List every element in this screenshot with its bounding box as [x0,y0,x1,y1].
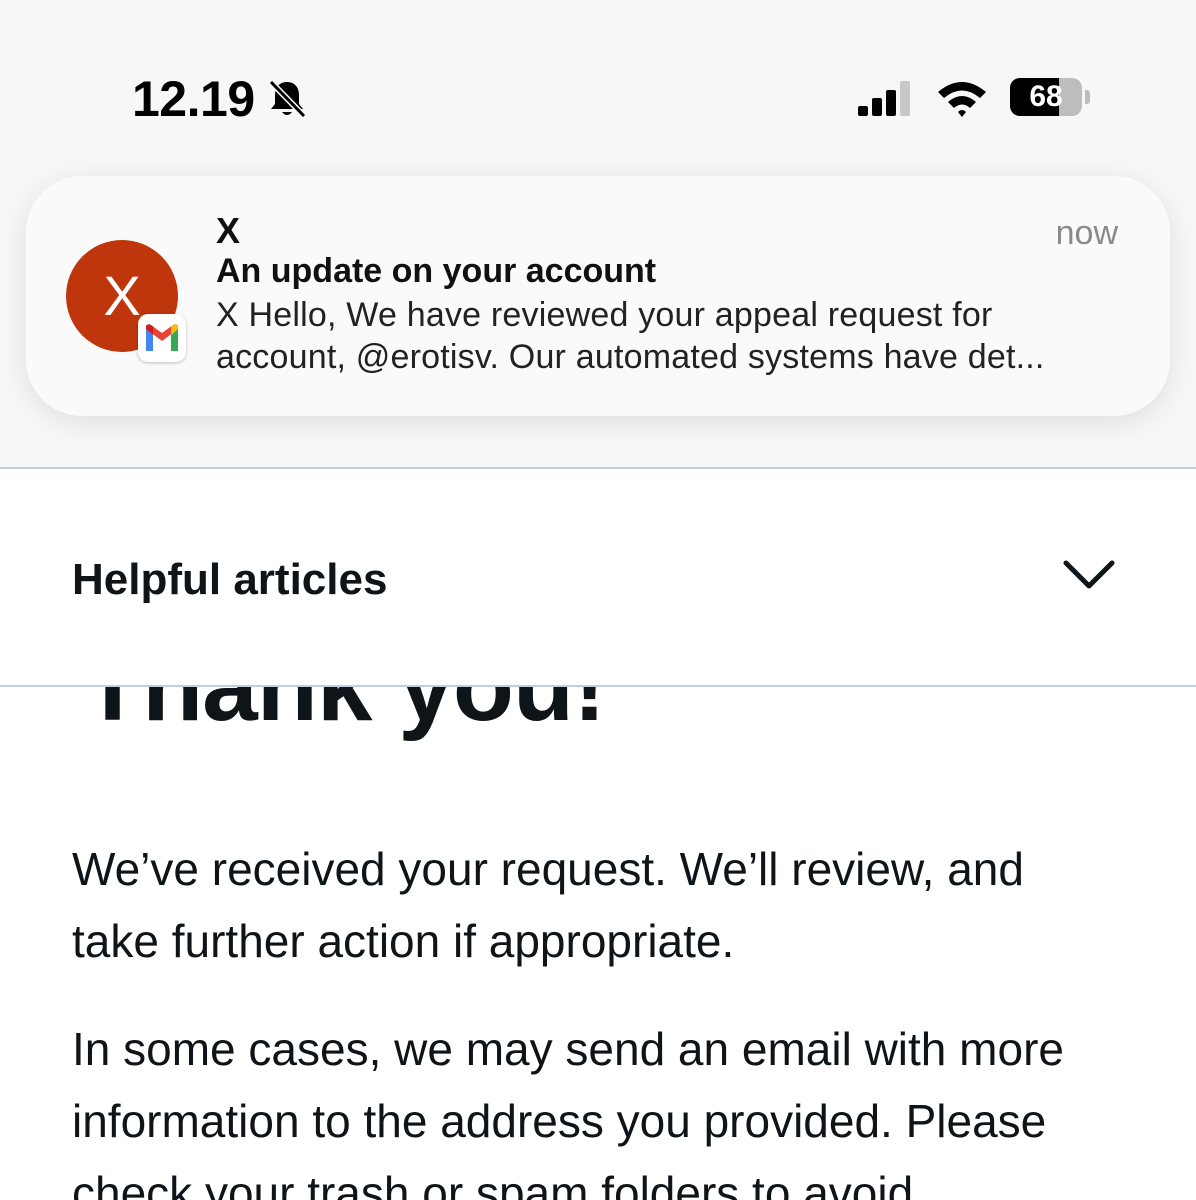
wifi-icon [938,82,986,117]
notification-body: X Hello, We have reviewed your appeal re… [216,294,1136,378]
paragraph-line: We’ve received your request. We’ll revie… [72,843,1024,895]
gmail-icon [138,314,186,362]
chevron-down-icon[interactable] [1062,557,1116,591]
gmail-notification-banner[interactable]: X X now An update on your account X Hell… [26,176,1170,416]
info-paragraph: In some cases, we may send an email with… [72,1013,1152,1200]
page-heading: Thank you! [82,687,606,744]
paragraph-line: take further action if appropriate. [72,915,735,967]
top-overlay: 12.19 68 X X now An update on your accou… [0,0,1196,468]
battery-nub [1085,90,1090,104]
paragraph-line: information to the address you provided.… [72,1095,1047,1147]
confirmation-paragraph: We’ve received your request. We’ll revie… [72,833,1152,977]
helpful-articles-title: Helpful articles [72,555,388,604]
status-time: 12.19 [132,71,255,127]
main-content: Thank you! We’ve received your request. … [0,687,1196,1200]
battery-icon: 68 [1010,78,1082,116]
notification-body-line: account, @erotisv. Our automated systems… [216,338,1045,376]
notification-sender: X [216,210,241,251]
signal-icon [858,81,910,116]
helpful-articles-accordion[interactable]: Helpful articles [0,469,1196,685]
status-bar: 12.19 68 [0,0,1196,160]
paragraph-line: In some cases, we may send an email with… [72,1023,1064,1075]
notification-body-line: X Hello, We have reviewed your appeal re… [216,296,993,334]
paragraph-line: check your trash or spam folders to avoi… [72,1167,914,1200]
battery-percent: 68 [1029,80,1063,113]
notification-time: now [1055,214,1118,252]
notification-subject: An update on your account [216,252,657,290]
bell-slash-icon [268,79,307,119]
